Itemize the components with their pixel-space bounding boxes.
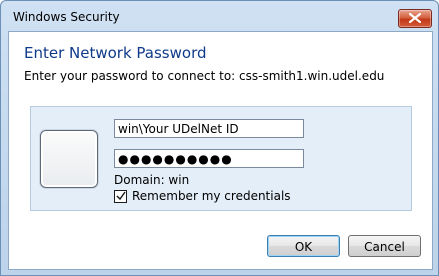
title-bar[interactable]: Windows Security [1, 1, 438, 31]
checkmark-icon [116, 191, 126, 201]
window-title: Windows Security [13, 10, 120, 24]
ok-button[interactable]: OK [267, 235, 340, 257]
security-dialog-window: Windows Security Enter Network Password … [0, 0, 439, 276]
username-input[interactable]: win\Your UDelNet ID [114, 119, 304, 138]
remember-credentials-label[interactable]: Remember my credentials [132, 189, 291, 203]
remember-credentials-checkbox[interactable] [114, 190, 127, 203]
cancel-button[interactable]: Cancel [348, 235, 421, 257]
password-input[interactable]: ●●●●●●●●●● [114, 149, 304, 168]
dialog-heading: Enter Network Password [24, 44, 207, 62]
dialog-subtext: Enter your password to connect to: css-s… [24, 69, 385, 83]
close-icon [409, 13, 421, 23]
credential-tile-panel: win\Your UDelNet ID ●●●●●●●●●● Domain: w… [30, 106, 412, 211]
user-tile-icon [40, 130, 98, 188]
domain-label: Domain: win [114, 173, 190, 187]
close-button[interactable] [398, 9, 432, 28]
